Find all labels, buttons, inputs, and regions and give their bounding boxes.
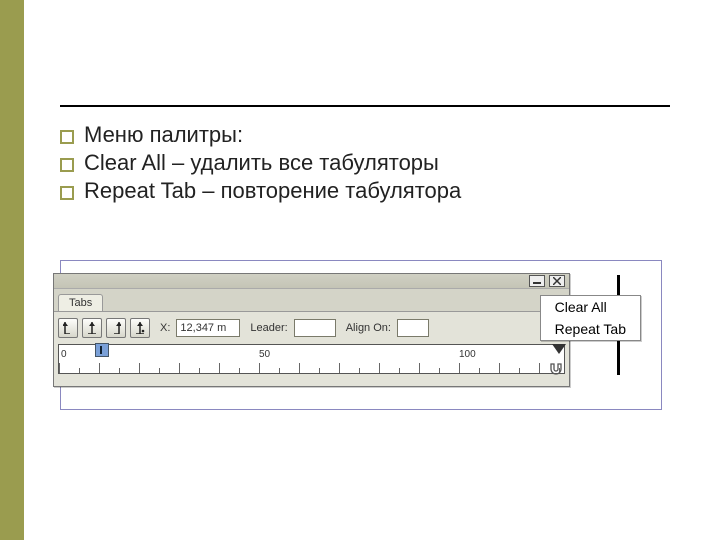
- tab-align-center-button[interactable]: [82, 318, 102, 338]
- bullet-icon: [60, 158, 74, 172]
- bullet-row: Меню палитры:: [60, 122, 680, 148]
- ruler-tick: [99, 363, 100, 373]
- figure: Tabs X:: [60, 260, 662, 410]
- ruler-tick: [59, 363, 60, 373]
- ruler-tick: [399, 368, 400, 373]
- bullet-row: Repeat Tab – повторение табулятора: [60, 178, 680, 204]
- close-icon: [553, 277, 561, 285]
- align-on-field[interactable]: [397, 319, 429, 337]
- ruler-tick: [439, 368, 440, 373]
- title-rule: [60, 105, 670, 107]
- bullet-text: Repeat Tab – повторение табулятора: [84, 178, 461, 204]
- x-label: X:: [154, 322, 172, 334]
- magnet-icon: [549, 362, 563, 376]
- tab-align-decimal-button[interactable]: [130, 318, 150, 338]
- tab-center-icon: [87, 322, 97, 334]
- leader-field[interactable]: [294, 319, 336, 337]
- ruler-tick: [479, 368, 480, 373]
- left-stripe: [0, 0, 24, 540]
- ruler-tick: [299, 363, 300, 373]
- bullet-text: Clear All – удалить все табуляторы: [84, 150, 439, 176]
- tab-tabs[interactable]: Tabs: [58, 294, 103, 311]
- tab-align-left-button[interactable]: [58, 318, 78, 338]
- menu-item-clear-all[interactable]: Clear All: [541, 296, 640, 318]
- menu-item-label: Clear All: [555, 299, 607, 315]
- x-field[interactable]: 12,347 m: [176, 319, 240, 337]
- ruler-end-marker[interactable]: [552, 344, 566, 354]
- ruler[interactable]: 0 50 100: [58, 344, 565, 374]
- x-field-value: 12,347 m: [180, 322, 226, 334]
- ruler-label-100: 100: [459, 349, 476, 360]
- ruler-tick: [139, 363, 140, 373]
- ruler-tick: [339, 363, 340, 373]
- tabs-palette: Tabs X:: [53, 273, 570, 387]
- ruler-tick: [519, 368, 520, 373]
- tab-align-right-button[interactable]: [106, 318, 126, 338]
- ruler-tick: [119, 368, 120, 373]
- ruler-tick: [539, 363, 540, 373]
- bullet-icon: [60, 130, 74, 144]
- palette-titlebar: [54, 274, 569, 289]
- tab-strip: Tabs: [54, 289, 569, 312]
- ruler-tick: [199, 368, 200, 373]
- ruler-tick: [259, 363, 260, 373]
- ruler-tick: [79, 368, 80, 373]
- bullet-icon: [60, 186, 74, 200]
- menu-item-label: Repeat Tab: [555, 321, 626, 337]
- tab-decimal-icon: [135, 322, 145, 334]
- leader-label: Leader:: [244, 322, 289, 334]
- tab-left-icon: [63, 322, 73, 334]
- tab-label: Tabs: [69, 297, 92, 309]
- tab-marker[interactable]: [95, 343, 109, 357]
- ruler-tick: [419, 363, 420, 373]
- ruler-tick: [379, 363, 380, 373]
- bullet-row: Clear All – удалить все табуляторы: [60, 150, 680, 176]
- ruler-tick: [159, 368, 160, 373]
- minimize-button[interactable]: [529, 275, 545, 287]
- figure-border: Tabs X:: [60, 260, 662, 410]
- ruler-label-50: 50: [259, 349, 270, 360]
- close-button[interactable]: [549, 275, 565, 287]
- controls-row: X: 12,347 m Leader: Align On:: [54, 312, 569, 342]
- tab-right-icon: [111, 322, 121, 334]
- bullet-text: Меню палитры:: [84, 122, 243, 148]
- menu-item-repeat-tab[interactable]: Repeat Tab: [541, 318, 640, 340]
- slide: Меню палитры: Clear All – удалить все та…: [0, 0, 720, 540]
- ruler-tick: [179, 363, 180, 373]
- ruler-tick: [239, 368, 240, 373]
- ruler-tick: [279, 368, 280, 373]
- ruler-tick: [459, 363, 460, 373]
- ruler-row: 0 50 100: [54, 344, 569, 386]
- palette-flyout-menu: Clear All Repeat Tab: [540, 295, 641, 341]
- ruler-tick: [359, 368, 360, 373]
- ruler-label-0: 0: [61, 349, 67, 360]
- content: Меню палитры: Clear All – удалить все та…: [60, 120, 680, 206]
- ruler-tick: [319, 368, 320, 373]
- magnet-button[interactable]: [549, 362, 563, 376]
- ruler-tick: [219, 363, 220, 373]
- ruler-tick: [499, 363, 500, 373]
- align-on-label: Align On:: [340, 322, 393, 334]
